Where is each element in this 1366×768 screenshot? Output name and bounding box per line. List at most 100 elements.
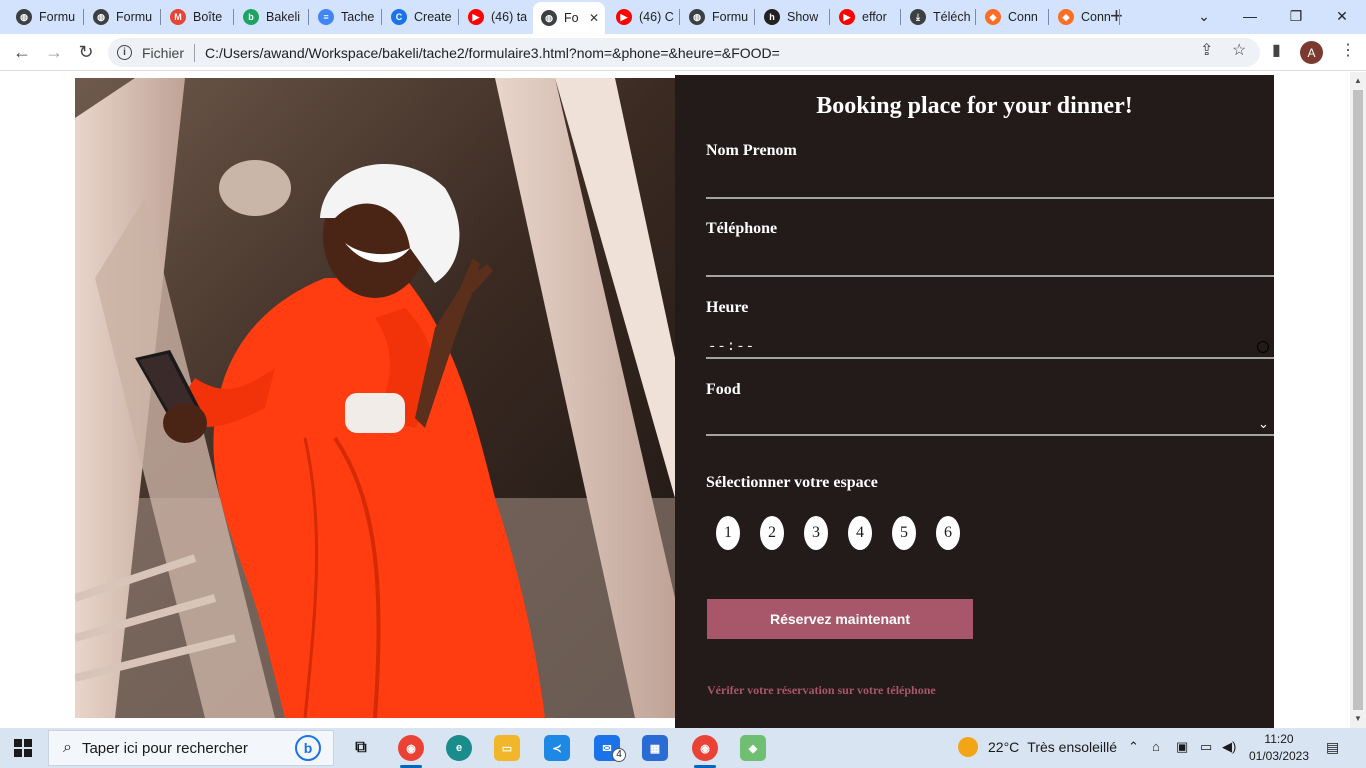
tab-separator — [308, 9, 309, 25]
tab-title: Fo — [564, 11, 579, 25]
tab-favicon-icon: ◍ — [93, 9, 109, 25]
time-input[interactable] — [706, 357, 1274, 359]
tab-separator — [381, 9, 382, 25]
scheme-label: Fichier — [142, 44, 185, 61]
app-taskbar-icon[interactable]: ◆ — [740, 735, 766, 761]
tab-separator — [829, 9, 830, 25]
display-icon[interactable]: ▣ — [1176, 739, 1188, 755]
tab-favicon-icon: C — [391, 9, 407, 25]
seat-selector: 1 2 3 4 5 6 — [716, 516, 960, 550]
url-text[interactable]: C:/Users/awand/Workspace/bakeli/tache2/f… — [205, 45, 780, 61]
browser-tab[interactable]: ◆ Conn — [1050, 4, 1118, 30]
page-viewport: Booking place for your dinner! Nom Preno… — [0, 72, 1350, 728]
tab-title: Téléch — [933, 10, 971, 24]
browser-tab[interactable]: ▶ (46) ta — [460, 4, 530, 30]
tab-title: Conn — [1081, 10, 1111, 24]
seat-option-6[interactable]: 6 — [936, 516, 960, 550]
profile-avatar[interactable]: A — [1300, 41, 1323, 64]
vscode-taskbar-icon[interactable]: ≺ — [544, 735, 570, 761]
form-title: Booking place for your dinner! — [816, 93, 1133, 119]
tab-favicon-icon: ≡ — [318, 9, 334, 25]
browser-tab[interactable]: ◍ Formu — [681, 4, 753, 30]
tab-separator — [233, 9, 234, 25]
browser-tab[interactable]: b Bakeli — [235, 4, 307, 30]
chrome-taskbar-icon[interactable]: ◉ — [398, 735, 424, 761]
browser-tab[interactable]: ◍ Formu — [8, 4, 82, 30]
browser-tab[interactable]: h Show — [756, 4, 828, 30]
weather-widget[interactable]: 22°C Très ensoleillé — [958, 737, 1117, 757]
browser-tab[interactable]: ▶ effor — [831, 4, 899, 30]
browser-tab[interactable]: ◆ Conn — [977, 4, 1047, 30]
browser-tab[interactable]: M Boîte — [162, 4, 232, 30]
windows-taskbar: ⌕ Taper ici pour rechercher b ⧉ ◉ e ▭ ≺ … — [0, 728, 1366, 768]
share-icon[interactable]: ⇪ — [1200, 40, 1213, 60]
page-scrollbar[interactable]: ▲ ▼ — [1350, 72, 1366, 728]
back-button[interactable]: ← — [10, 40, 34, 64]
mail-badge: 4 — [612, 748, 626, 762]
network-icon[interactable]: ⌂ — [1152, 739, 1160, 754]
maximize-button[interactable]: ❐ — [1273, 4, 1319, 28]
battery-icon[interactable]: ▭ — [1200, 739, 1212, 755]
volume-icon[interactable]: ◀) — [1222, 739, 1236, 755]
tab-title: Formu — [39, 10, 76, 24]
scroll-down-icon[interactable]: ▼ — [1354, 714, 1362, 723]
tab-separator — [1048, 9, 1049, 25]
tab-separator — [975, 9, 976, 25]
seat-option-3[interactable]: 3 — [804, 516, 828, 550]
tab-search-icon[interactable]: ⌄ — [1181, 4, 1227, 28]
windows-start-icon[interactable] — [14, 739, 32, 757]
chrome-profile-taskbar-icon[interactable]: ◉ — [692, 735, 718, 761]
reload-button[interactable]: ↻ — [74, 40, 98, 64]
omnibox-divider — [194, 43, 196, 62]
minimize-button[interactable]: — — [1227, 4, 1273, 28]
chevron-up-icon[interactable]: ⌃ — [1128, 739, 1139, 755]
tab-separator — [679, 9, 680, 25]
space-label: Sélectionner votre espace — [706, 474, 878, 491]
file-explorer-icon[interactable]: ▭ — [494, 735, 520, 761]
browser-tab[interactable]: ≡ Tache — [310, 4, 380, 30]
edge-taskbar-icon[interactable]: e — [446, 735, 472, 761]
phone-label: Téléphone — [706, 220, 778, 237]
browser-tab[interactable]: C Create — [383, 4, 457, 30]
taskbar-search[interactable]: ⌕ Taper ici pour rechercher b — [48, 730, 334, 766]
scrollbar-thumb[interactable] — [1353, 90, 1363, 710]
seat-option-4[interactable]: 4 — [848, 516, 872, 550]
browser-tab[interactable]: ◍ Formu — [85, 4, 159, 30]
address-bar[interactable]: i Fichier C:/Users/awand/Workspace/bakel… — [108, 38, 1260, 67]
seat-option-5[interactable]: 5 — [892, 516, 916, 550]
tab-strip: + ⌄ — ❐ ✕ ◍ Formu ◍ Formu M Boîte b Bakeli ≡ Tach… — [0, 0, 1366, 34]
name-input[interactable] — [706, 197, 1274, 199]
browser-tab[interactable]: ▶ (46) C — [608, 4, 678, 30]
side-panel-icon[interactable]: ▮ — [1272, 40, 1281, 60]
store-taskbar-icon[interactable]: ▦ — [642, 735, 668, 761]
chevron-down-icon[interactable]: ⌄ — [1258, 417, 1269, 432]
time-input-value[interactable]: --:-- — [708, 339, 755, 355]
weather-sun-icon — [958, 737, 978, 757]
browser-tab[interactable]: ◍ Fo ✕ — [533, 2, 605, 34]
bookmark-star-icon[interactable]: ☆ — [1232, 40, 1246, 60]
task-view-icon[interactable]: ⧉ — [348, 735, 374, 761]
menu-kebab-icon[interactable]: ⋮ — [1340, 40, 1356, 60]
browser-tab[interactable]: ⤓ Téléch — [902, 4, 974, 30]
scroll-up-icon[interactable]: ▲ — [1354, 76, 1362, 85]
system-clock[interactable]: 11:20 01/03/2023 — [1248, 731, 1310, 765]
forward-button[interactable]: → — [42, 40, 66, 64]
site-info-icon[interactable]: i — [117, 45, 132, 60]
seat-option-1[interactable]: 1 — [716, 516, 740, 550]
weather-temp: 22°C — [988, 739, 1020, 755]
tab-title: Tache — [341, 10, 375, 24]
close-window-button[interactable]: ✕ — [1319, 4, 1365, 28]
phone-input[interactable] — [706, 275, 1274, 277]
bing-icon[interactable]: b — [295, 735, 321, 761]
clock-icon[interactable] — [1257, 341, 1269, 353]
tab-title: Conn — [1008, 10, 1038, 24]
tab-favicon-icon: ◆ — [985, 9, 1001, 25]
food-select[interactable] — [706, 434, 1274, 436]
notification-icon[interactable]: ▤ — [1326, 739, 1339, 756]
tab-separator — [1119, 9, 1120, 25]
portrait-photo-illustration — [75, 78, 675, 718]
tab-close-icon[interactable]: ✕ — [589, 11, 599, 25]
reserve-button[interactable]: Réservez maintenant — [707, 599, 973, 639]
seat-option-2[interactable]: 2 — [760, 516, 784, 550]
browser-toolbar: ← → ↻ i Fichier C:/Users/awand/Workspace… — [0, 34, 1366, 71]
